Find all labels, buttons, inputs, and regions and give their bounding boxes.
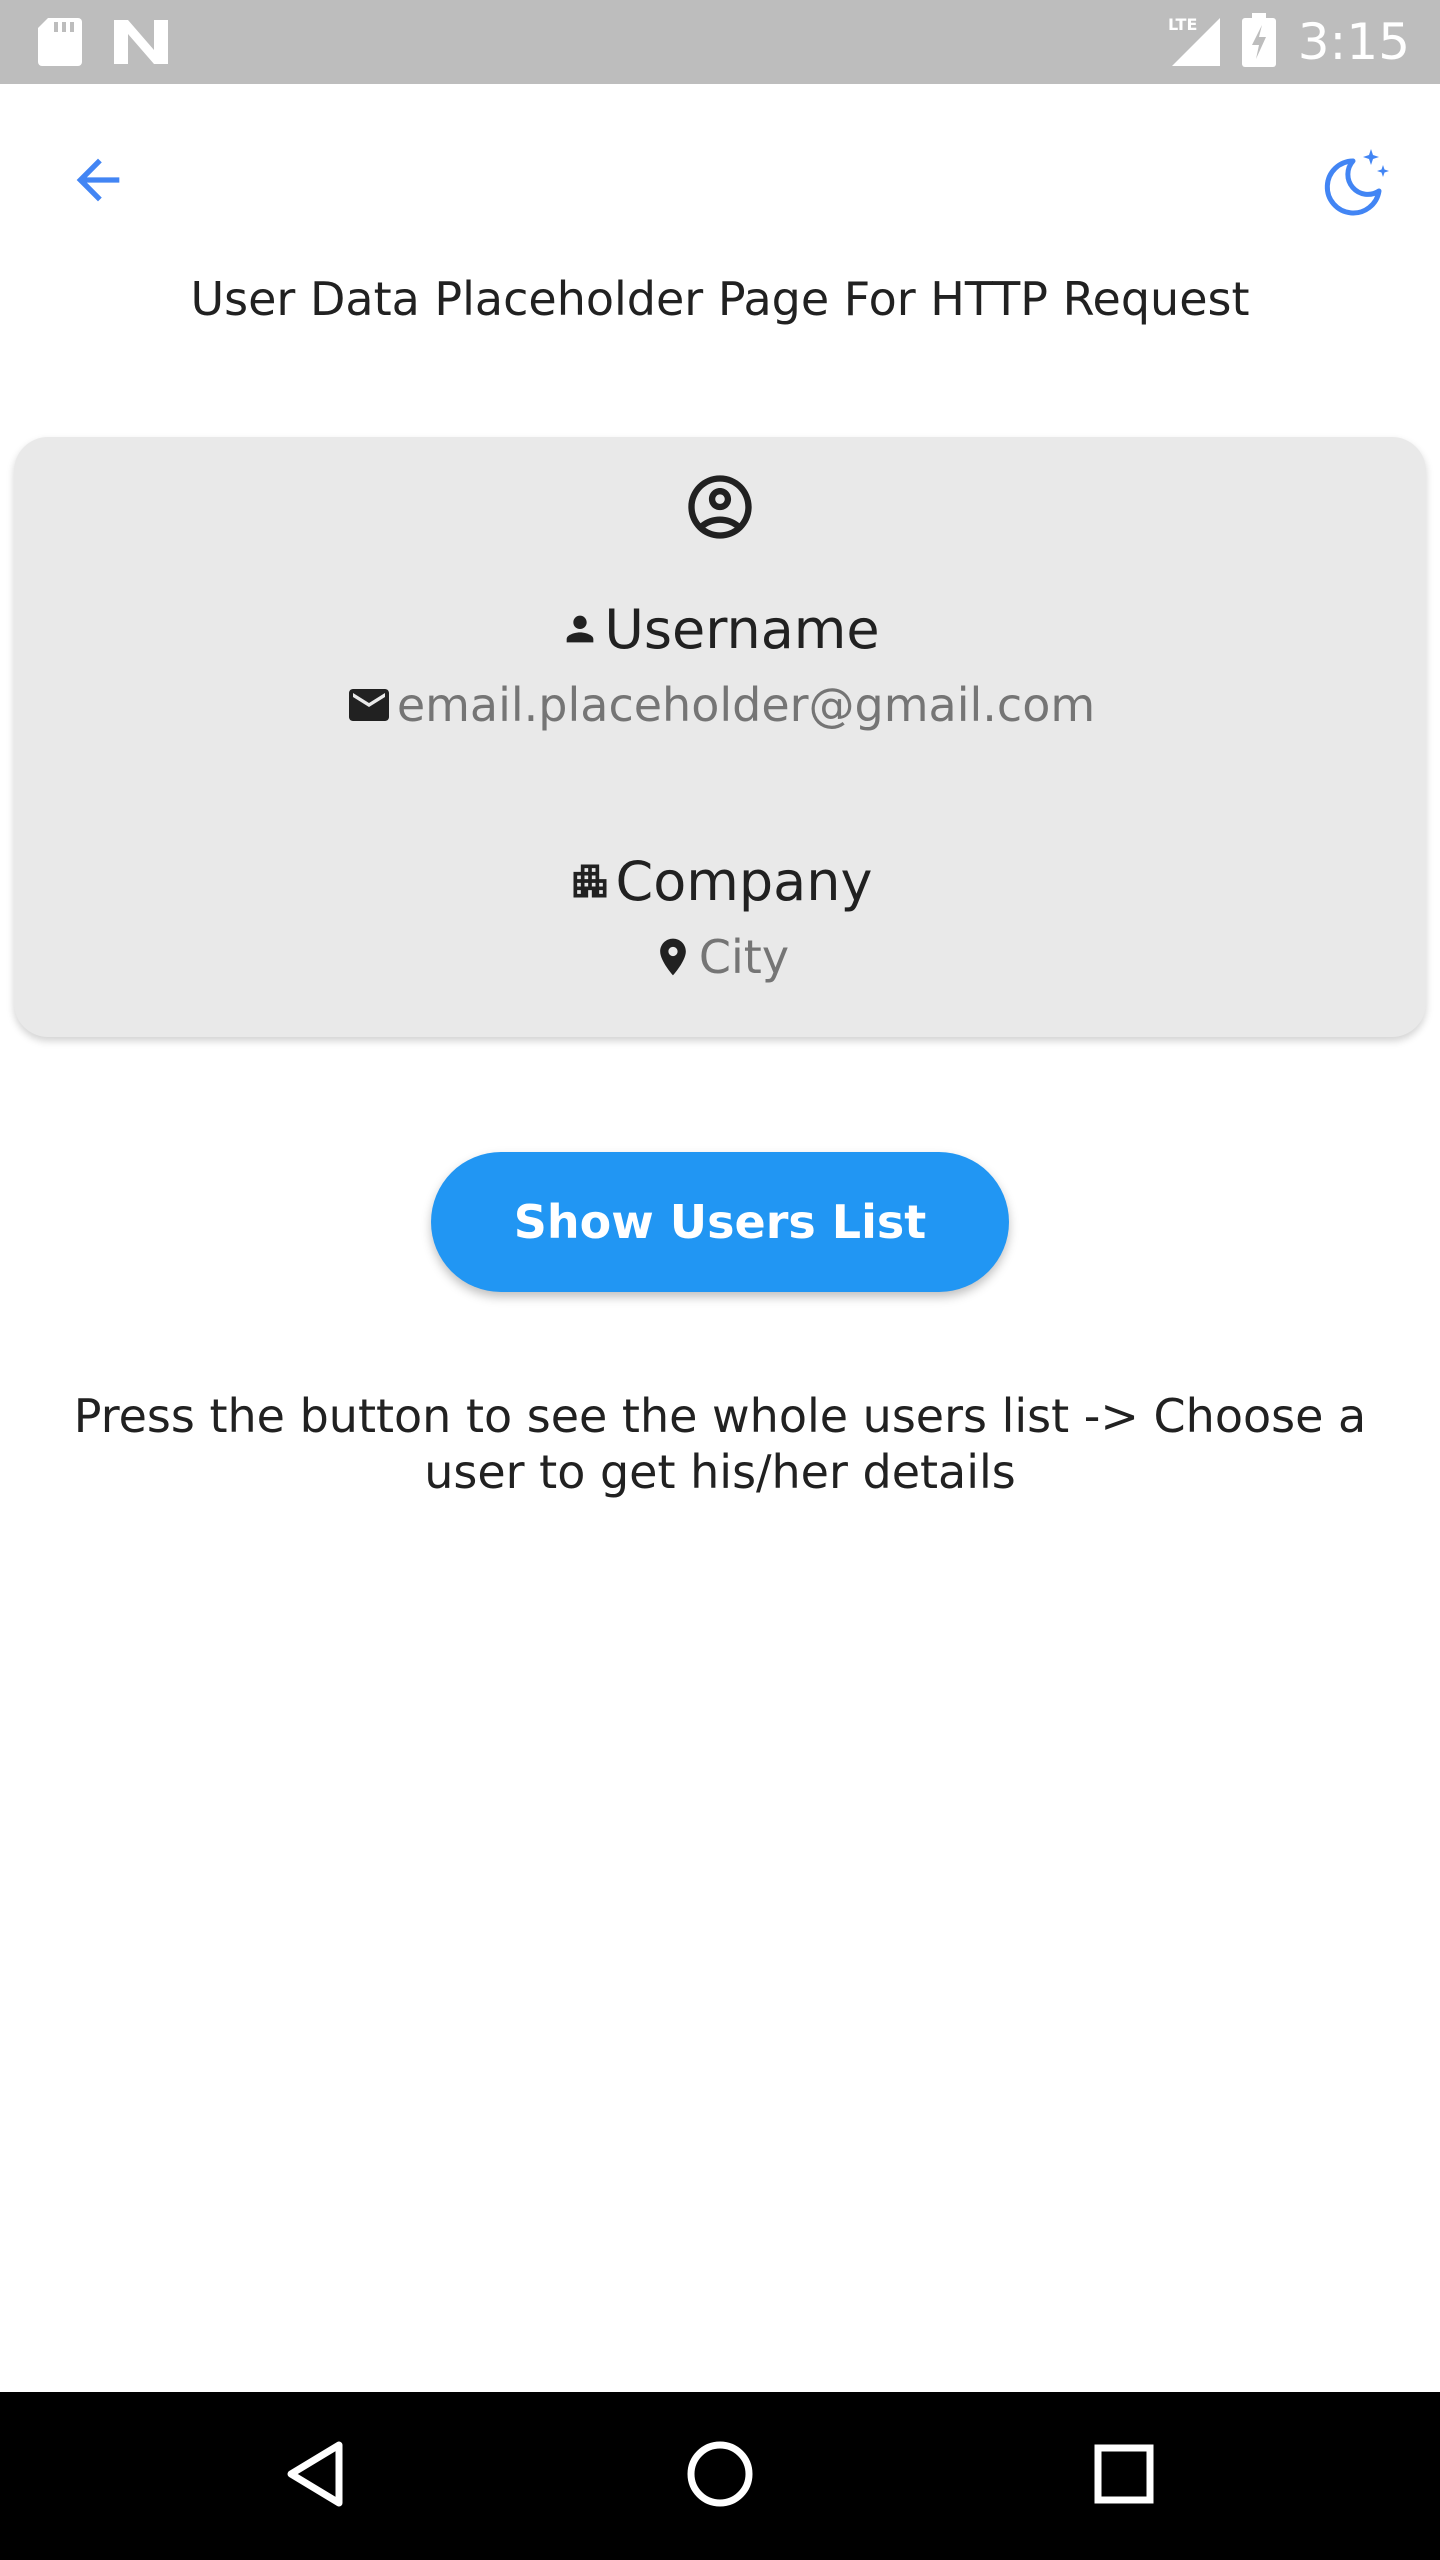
city-row: City — [14, 921, 1426, 993]
nav-home-icon — [685, 2439, 755, 2514]
n-logo-icon — [114, 20, 168, 69]
svg-text:LTE: LTE — [1168, 15, 1197, 34]
battery-charging-icon — [1241, 12, 1276, 72]
theme-toggle-button[interactable] — [1306, 138, 1400, 232]
nav-back-icon — [281, 2439, 351, 2514]
signal-icon: LTE — [1168, 14, 1220, 71]
company-row: Company — [14, 841, 1426, 921]
apartment-icon — [568, 859, 612, 903]
back-button[interactable] — [56, 140, 140, 224]
navigation-bar — [0, 2392, 1440, 2560]
person-icon — [560, 609, 600, 649]
account-circle-icon — [682, 469, 758, 550]
user-card: Username email.placeholder@gmail.com Com… — [14, 437, 1426, 1037]
status-bar: LTE 3:15 — [0, 0, 1440, 84]
status-left-icons — [38, 18, 168, 71]
email-row: email.placeholder@gmail.com — [14, 669, 1426, 741]
email-text: email.placeholder@gmail.com — [396, 678, 1096, 732]
arrow-back-icon — [66, 148, 130, 217]
username-text: Username — [604, 597, 880, 661]
sd-card-icon — [38, 18, 82, 71]
company-text: Company — [615, 849, 873, 913]
hint-text: Press the button to see the whole users … — [73, 1389, 1367, 1499]
nav-back-button[interactable] — [266, 2426, 366, 2526]
page-title: User Data Placeholder Page For HTTP Requ… — [190, 272, 1250, 326]
email-icon — [345, 681, 393, 729]
status-time: 3:15 — [1297, 13, 1410, 71]
username-row: Username — [14, 589, 1426, 669]
location-pin-icon — [651, 935, 695, 979]
show-users-list-button[interactable]: Show Users List — [431, 1152, 1009, 1292]
status-right-icons: LTE 3:15 — [1168, 0, 1410, 84]
nav-home-button[interactable] — [670, 2426, 770, 2526]
nav-recents-button[interactable] — [1074, 2426, 1174, 2526]
avatar-row — [14, 457, 1426, 561]
dark-mode-icon — [1313, 143, 1393, 228]
city-text: City — [698, 930, 790, 984]
nav-recents-icon — [1089, 2439, 1159, 2514]
